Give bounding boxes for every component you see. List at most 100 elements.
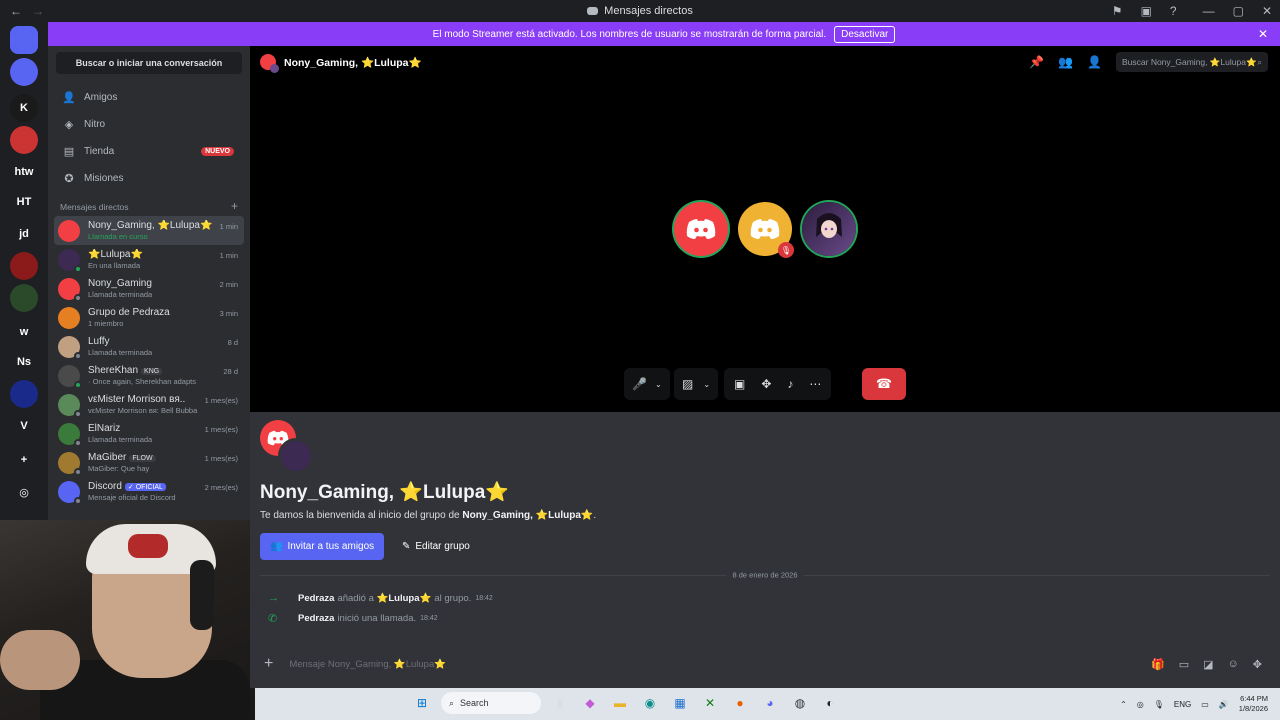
search-input[interactable]: Buscar Nony_Gaming, ⭐Lulupa⭐ ⌕ — [1116, 52, 1268, 72]
activities-icon[interactable]: ✥ — [761, 377, 771, 391]
discord-taskbar-icon[interactable]: ◕ — [759, 692, 781, 714]
group-title: Nony_Gaming, ⭐Lulupa⭐ — [260, 482, 509, 503]
apps-icon[interactable]: ✥ — [1253, 658, 1262, 671]
server-icon[interactable]: V — [10, 412, 38, 440]
store-icon[interactable]: ▦ — [669, 692, 691, 714]
flag-icon[interactable]: ⚑ — [1112, 4, 1123, 18]
forward-icon[interactable]: → — [32, 4, 44, 18]
close-icon[interactable]: ✕ — [1258, 27, 1268, 41]
hang-up-button[interactable]: ☎ — [862, 368, 906, 400]
dm-item[interactable]: Grupo de Pedraza 1 miembro 3 min — [54, 303, 244, 332]
mic-tray-icon[interactable]: 🎙 — [1154, 700, 1164, 709]
gif-icon[interactable]: ▭ — [1179, 658, 1189, 671]
server-icon[interactable]: htw — [10, 158, 38, 186]
pin-icon[interactable]: 📌 — [1029, 55, 1044, 69]
window-title: Mensajes directos — [604, 5, 693, 17]
server-icon[interactable]: + — [10, 446, 38, 474]
welcome-prefix: Te damos la bienvenida al inicio del gru… — [260, 510, 460, 521]
screen-icon[interactable]: ▣ — [1141, 4, 1152, 18]
server-icon[interactable] — [10, 380, 38, 408]
app-icon[interactable]: ◍ — [789, 692, 811, 714]
dm-subtitle: Mensaje oficial de Discord — [88, 493, 176, 502]
chevron-down-icon[interactable]: ⌄ — [655, 380, 662, 389]
dm-item[interactable]: Discord ✓ OFICIAL Mensaje oficial de Disco… — [54, 477, 244, 506]
members-icon[interactable]: 👤 — [1087, 55, 1102, 69]
clock[interactable]: 6:44 PM 1/8/2026 — [1239, 694, 1268, 714]
edit-group-button[interactable]: ✎ Editar grupo — [392, 533, 480, 560]
back-icon[interactable]: ← — [10, 4, 22, 18]
server-icon[interactable] — [10, 58, 38, 86]
close-window-icon[interactable]: ✕ — [1262, 4, 1272, 18]
nav-nitro[interactable]: ◈ Nitro — [56, 111, 242, 137]
dm-item[interactable]: Luffy Llamada terminada 8 d — [54, 332, 244, 361]
dm-item[interactable]: ⭐Lulupa⭐ En una llamada 1 min — [54, 245, 244, 274]
search-conversation-button[interactable]: Buscar o iniciar una conversación — [56, 52, 242, 74]
screen-share-icon[interactable]: ▣ — [734, 377, 745, 391]
dm-item[interactable]: ShereKhan KNG · Once again, Sherekhan adap… — [54, 361, 244, 390]
camera-off-icon[interactable]: ▨ — [682, 377, 693, 391]
dm-time: 2 min — [219, 280, 238, 289]
dm-item[interactable]: MaGiber FLOW MaGiber: Que hay 1 mes(es) — [54, 448, 244, 477]
server-icon[interactable]: Ns — [10, 348, 38, 376]
server-icon[interactable] — [10, 126, 38, 154]
server-icon[interactable]: jd — [10, 220, 38, 248]
message-target[interactable]: ⭐Lulupa⭐ — [377, 593, 432, 604]
nav-quests[interactable]: ✪ Misiones — [56, 165, 242, 191]
server-icon[interactable]: ◎ — [10, 478, 38, 506]
minimize-icon[interactable]: — — [1203, 4, 1215, 18]
gift-icon[interactable]: 🎁 — [1151, 658, 1165, 671]
server-icon[interactable]: HT — [10, 188, 38, 216]
nav-shop[interactable]: ▤ Tienda NUEVO — [56, 138, 242, 164]
invite-friends-button[interactable]: 👥 Invitar a tus amigos — [260, 533, 385, 560]
dm-item[interactable]: ElNariz Llamada terminada 1 mes(es) — [54, 419, 244, 448]
server-icon[interactable] — [10, 26, 38, 54]
call-participant-avatar[interactable]: 🎙 — [738, 202, 794, 258]
dm-time: 28 d — [223, 367, 238, 376]
copilot-icon[interactable]: ◆ — [579, 692, 601, 714]
message-composer[interactable]: + Mensaje Nony_Gaming, ⭐Lulupa⭐ 🎁 ▭ ◪ ☺ … — [254, 650, 1270, 678]
volume-icon[interactable]: 🔊 — [1219, 700, 1229, 709]
message-user[interactable]: Pedraza — [298, 593, 334, 604]
mic-muted-icon[interactable]: 🎤 — [632, 377, 647, 391]
edge-icon[interactable]: ◉ — [639, 692, 661, 714]
dm-item[interactable]: Nony_Gaming, ⭐Lulupa⭐ Llamada en curso 1 m… — [54, 216, 244, 245]
file-explorer-icon[interactable]: ▬ — [609, 692, 631, 714]
steam-icon[interactable]: ◐ — [819, 692, 841, 714]
firefox-icon[interactable]: ● — [729, 692, 751, 714]
add-dm-icon[interactable]: + — [231, 200, 238, 212]
task-view-icon[interactable]: ▮ — [549, 692, 571, 714]
network-icon[interactable]: ▭ — [1201, 700, 1209, 709]
tray-app-icon[interactable]: ◎ — [1137, 700, 1144, 709]
server-icon[interactable]: w — [10, 318, 38, 346]
message-user[interactable]: Pedraza — [298, 613, 334, 624]
more-icon[interactable]: ⋯ — [809, 377, 821, 391]
dm-name-text: vεMister Morrison вя.. — [88, 394, 186, 405]
attach-plus-icon[interactable]: + — [264, 655, 273, 673]
avatar — [58, 393, 82, 418]
taskbar-search[interactable]: ⌕ Search — [441, 692, 541, 714]
xbox-icon[interactable]: ✕ — [699, 692, 721, 714]
server-icon[interactable] — [10, 284, 38, 312]
dm-item[interactable]: vεMister Morrison вя.. vεMister Morrison … — [54, 390, 244, 419]
soundboard-icon[interactable]: ♪ — [787, 377, 793, 391]
help-icon[interactable]: ? — [1170, 4, 1177, 18]
windows-start-icon[interactable]: ⊞ — [411, 692, 433, 714]
server-icon[interactable] — [10, 252, 38, 280]
deactivate-button[interactable]: Desactivar — [834, 25, 896, 43]
server-icon[interactable]: K — [10, 94, 38, 122]
sticker-icon[interactable]: ◪ — [1203, 658, 1213, 671]
new-badge: NUEVO — [201, 146, 234, 156]
maximize-icon[interactable]: ▢ — [1233, 4, 1244, 18]
chevron-down-icon[interactable]: ⌄ — [703, 380, 710, 389]
chevron-up-icon[interactable]: ⌃ — [1120, 700, 1127, 709]
dm-item[interactable]: Nony_Gaming Llamada terminada 2 min — [54, 274, 244, 303]
nav-friends[interactable]: 👤 Amigos — [56, 84, 242, 110]
emoji-icon[interactable]: ☺ — [1228, 658, 1239, 671]
call-participant-avatar[interactable] — [802, 202, 856, 256]
welcome-text: Te damos la bienvenida al inicio del gru… — [260, 510, 597, 521]
call-participant-avatar[interactable] — [674, 202, 728, 256]
dm-time: 1 min — [219, 251, 238, 260]
anime-avatar-icon — [816, 213, 842, 238]
add-friend-icon[interactable]: 👥 — [1058, 55, 1073, 69]
language-indicator[interactable]: ENG — [1174, 700, 1191, 709]
